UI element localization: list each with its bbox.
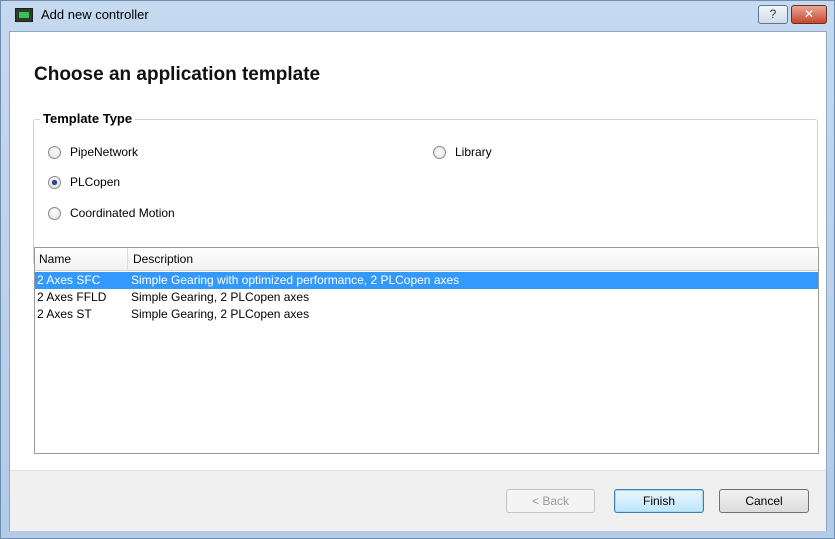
radio-library[interactable]: Library xyxy=(433,145,492,159)
template-description: Simple Gearing, 2 PLCopen axes xyxy=(131,307,310,321)
template-name: 2 Axes SFC xyxy=(37,273,101,287)
template-type-group xyxy=(33,119,818,265)
table-row[interactable]: 2 Axes FFLD Simple Gearing, 2 PLCopen ax… xyxy=(35,289,818,306)
radio-pipenetwork[interactable]: PipeNetwork xyxy=(48,145,138,159)
controller-app-icon xyxy=(15,8,33,22)
help-button[interactable]: ? xyxy=(758,5,788,24)
close-button[interactable]: ✕ xyxy=(791,5,827,24)
cancel-button[interactable]: Cancel xyxy=(719,489,809,513)
template-name: 2 Axes FFLD xyxy=(37,290,107,304)
title-bar[interactable]: Add new controller ? ✕ xyxy=(1,1,834,31)
radio-plcopen[interactable]: PLCopen xyxy=(48,175,120,189)
page-title: Choose an application template xyxy=(34,64,321,85)
radio-label: PipeNetwork xyxy=(70,145,139,159)
radio-button-icon[interactable] xyxy=(433,145,446,159)
radio-coordinated-motion[interactable]: Coordinated Motion xyxy=(48,206,175,220)
table-row[interactable]: 2 Axes SFC Simple Gearing with optimized… xyxy=(35,272,818,289)
radio-button-checked-icon[interactable] xyxy=(48,175,61,189)
dialog-window: Add new controller ? ✕ Choose an applica… xyxy=(0,0,835,539)
button-bar: < Back Finish Cancel xyxy=(10,470,826,531)
column-divider[interactable] xyxy=(127,248,128,271)
template-list[interactable]: Name Description 2 Axes SFC Simple Geari… xyxy=(34,247,819,454)
template-description: Simple Gearing with optimized performanc… xyxy=(131,273,460,287)
window-title: Add new controller xyxy=(41,7,149,22)
template-type-label: Template Type xyxy=(40,111,136,126)
table-header: Name Description xyxy=(35,248,818,271)
table-row[interactable]: 2 Axes ST Simple Gearing, 2 PLCopen axes xyxy=(35,306,818,323)
column-header-name[interactable]: Name xyxy=(39,252,71,266)
radio-button-icon[interactable] xyxy=(48,206,61,220)
radio-button-icon[interactable] xyxy=(48,145,61,159)
radio-label: PLCopen xyxy=(70,175,121,189)
radio-label: Library xyxy=(455,145,492,159)
column-header-description[interactable]: Description xyxy=(133,252,193,266)
dialog-content: Choose an application template Template … xyxy=(9,31,827,531)
finish-button[interactable]: Finish xyxy=(614,489,704,513)
template-name: 2 Axes ST xyxy=(37,307,92,321)
template-description: Simple Gearing, 2 PLCopen axes xyxy=(131,290,310,304)
back-button[interactable]: < Back xyxy=(506,489,595,513)
radio-label: Coordinated Motion xyxy=(70,206,175,220)
